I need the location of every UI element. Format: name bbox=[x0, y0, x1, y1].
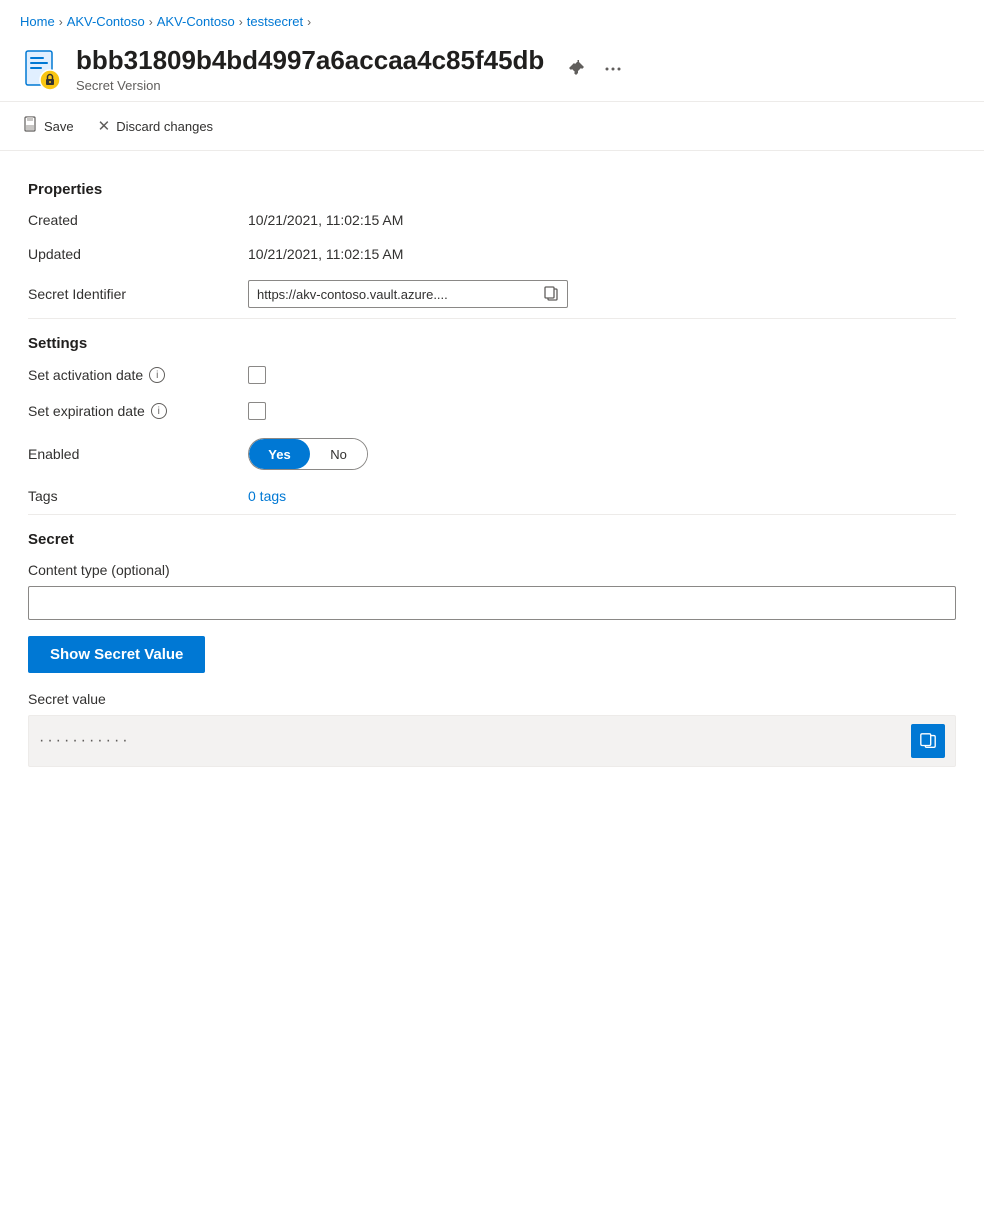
pin-button[interactable] bbox=[564, 56, 590, 82]
breadcrumb-sep-4: › bbox=[307, 15, 311, 29]
breadcrumb-akv1[interactable]: AKV-Contoso bbox=[67, 14, 145, 29]
activation-checkbox[interactable] bbox=[248, 366, 266, 384]
pin-icon bbox=[568, 60, 586, 78]
settings-divider bbox=[28, 318, 956, 319]
discard-button[interactable]: ✕ Discard changes bbox=[96, 113, 215, 139]
breadcrumb: Home › AKV-Contoso › AKV-Contoso › tests… bbox=[0, 0, 984, 39]
breadcrumb-testsecret[interactable]: testsecret bbox=[247, 14, 303, 29]
properties-grid: Created 10/21/2021, 11:02:15 AM Updated … bbox=[28, 212, 956, 308]
secret-id-box: https://akv-contoso.vault.azure.... bbox=[248, 280, 568, 308]
activation-label: Set activation date i bbox=[28, 366, 248, 384]
created-value: 10/21/2021, 11:02:15 AM bbox=[248, 212, 956, 228]
secret-id-label: Secret Identifier bbox=[28, 280, 248, 308]
save-label: Save bbox=[44, 119, 74, 134]
copy-secret-id-button[interactable] bbox=[543, 286, 559, 302]
secret-id-value: https://akv-contoso.vault.azure.... bbox=[248, 280, 956, 308]
secret-id-text: https://akv-contoso.vault.azure.... bbox=[257, 287, 535, 302]
discard-label: Discard changes bbox=[116, 119, 213, 134]
settings-grid: Set activation date i Set expiration dat… bbox=[28, 366, 956, 504]
secret-section-title: Secret bbox=[28, 531, 956, 548]
ellipsis-icon bbox=[604, 60, 622, 78]
breadcrumb-sep-3: › bbox=[239, 15, 243, 29]
content-type-input[interactable] bbox=[28, 586, 956, 620]
created-label: Created bbox=[28, 212, 248, 228]
toggle-no-button[interactable]: No bbox=[310, 439, 367, 469]
breadcrumb-akv2[interactable]: AKV-Contoso bbox=[157, 14, 235, 29]
enabled-toggle-container: Yes No bbox=[248, 438, 956, 470]
enabled-label: Enabled bbox=[28, 438, 248, 470]
copy-blue-icon bbox=[919, 732, 937, 750]
secret-divider bbox=[28, 514, 956, 515]
updated-value: 10/21/2021, 11:02:15 AM bbox=[248, 246, 956, 262]
breadcrumb-home[interactable]: Home bbox=[20, 14, 55, 29]
header-actions bbox=[564, 56, 626, 82]
expiration-info-icon[interactable]: i bbox=[151, 403, 167, 419]
content-type-label: Content type (optional) bbox=[28, 562, 956, 578]
properties-section-title: Properties bbox=[28, 181, 956, 198]
page-header: bbb31809b4bd4997a6accaa4c85f45db Secret … bbox=[0, 39, 984, 97]
secret-value-box: ··········· bbox=[28, 715, 956, 767]
secret-value-label: Secret value bbox=[28, 691, 956, 707]
enabled-toggle[interactable]: Yes No bbox=[248, 438, 368, 470]
tags-link[interactable]: 0 tags bbox=[248, 488, 286, 504]
save-icon bbox=[22, 116, 38, 136]
page-title: bbb31809b4bd4997a6accaa4c85f45db bbox=[76, 45, 544, 76]
page-subtitle: Secret Version bbox=[76, 78, 544, 93]
breadcrumb-sep-2: › bbox=[149, 15, 153, 29]
toggle-yes-button[interactable]: Yes bbox=[249, 439, 310, 469]
more-button[interactable] bbox=[600, 56, 626, 82]
secret-version-icon bbox=[20, 47, 64, 91]
activation-checkbox-container bbox=[248, 366, 956, 384]
show-secret-value-button[interactable]: Show Secret Value bbox=[28, 636, 205, 673]
expiration-checkbox[interactable] bbox=[248, 402, 266, 420]
secret-dots: ··········· bbox=[39, 732, 903, 750]
breadcrumb-sep-1: › bbox=[59, 15, 63, 29]
expiration-label: Set expiration date i bbox=[28, 402, 248, 420]
tags-label: Tags bbox=[28, 488, 248, 504]
updated-label: Updated bbox=[28, 246, 248, 262]
tags-value: 0 tags bbox=[248, 488, 956, 504]
main-content: Properties Created 10/21/2021, 11:02:15 … bbox=[0, 151, 984, 787]
save-button[interactable]: Save bbox=[20, 112, 76, 140]
copy-icon bbox=[543, 286, 559, 302]
discard-icon: ✕ bbox=[98, 117, 111, 135]
settings-section-title: Settings bbox=[28, 335, 956, 352]
expiration-checkbox-container bbox=[248, 402, 956, 420]
toolbar: Save ✕ Discard changes bbox=[0, 101, 984, 151]
copy-secret-value-button[interactable] bbox=[911, 724, 945, 758]
activation-info-icon[interactable]: i bbox=[149, 367, 165, 383]
